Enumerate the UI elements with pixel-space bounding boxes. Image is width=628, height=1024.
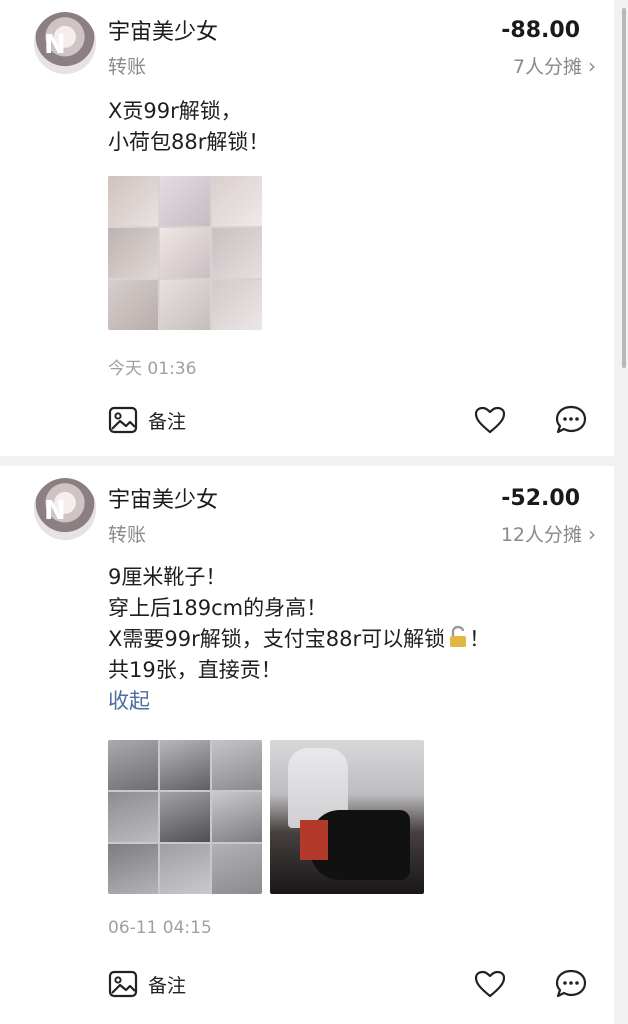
user-name[interactable]: 宇宙美少女 <box>108 14 218 46</box>
text-line: 共19张，直接贡！ <box>108 658 282 682</box>
note-button[interactable]: 备注 <box>108 406 186 434</box>
transaction-type: 转账 <box>108 56 147 78</box>
timestamp: 今天 01:36 <box>108 359 197 379</box>
text-segment: X需要99r解锁，支付宝88r可以解锁 <box>108 627 446 651</box>
avatar[interactable]: N <box>34 478 96 540</box>
text-line: 穿上后189cm的身高！ <box>108 596 328 620</box>
image-thumbnail[interactable] <box>270 740 424 894</box>
text-line: 小荷包88r解锁！ <box>108 130 270 154</box>
transaction-type: 转账 <box>108 524 147 546</box>
image-thumbnail[interactable] <box>108 176 262 330</box>
image-icon <box>108 406 138 434</box>
split-info-link[interactable]: 7人分摊 › <box>513 52 596 79</box>
user-name[interactable]: 宇宙美少女 <box>108 482 218 514</box>
post-text: X贡99r解锁， 小荷包88r解锁！ <box>108 96 269 158</box>
chevron-right-icon: › <box>588 53 596 78</box>
post-card: N 宇宙美少女 转账 -52.00 12人分摊 › 9厘米靴子！ 穿上后189c… <box>0 466 614 1024</box>
post-card: N 宇宙美少女 转账 -88.00 7人分摊 › X贡99r解锁， 小荷包88r… <box>0 0 614 456</box>
amount: -88.00 <box>501 18 580 43</box>
chevron-right-icon: › <box>588 521 596 546</box>
image-thumbnail[interactable] <box>108 740 262 894</box>
split-label: 7人分摊 <box>512 56 582 78</box>
image-icon <box>108 970 138 998</box>
note-label: 备注 <box>148 410 187 433</box>
note-button[interactable]: 备注 <box>108 970 186 998</box>
text-line: X需要99r解锁，支付宝88r可以解锁！ <box>108 625 491 651</box>
avatar[interactable]: N <box>34 12 96 74</box>
split-label: 12人分摊 <box>500 524 582 546</box>
amount: -52.00 <box>501 486 580 511</box>
note-label: 备注 <box>148 974 187 997</box>
timestamp: 06-11 04:15 <box>108 918 212 938</box>
split-info-link[interactable]: 12人分摊 › <box>501 520 596 547</box>
text-line: 9厘米靴子！ <box>108 565 227 589</box>
lock-icon <box>450 625 467 647</box>
comment-icon[interactable] <box>554 404 588 436</box>
post-text: 9厘米靴子！ 穿上后189cm的身高！ X需要99r解锁，支付宝88r可以解锁！… <box>108 562 490 717</box>
collapse-link[interactable]: 收起 <box>108 686 490 717</box>
comment-icon[interactable] <box>554 968 588 1000</box>
text-line: X贡99r解锁， <box>108 99 242 123</box>
scrollbar[interactable] <box>622 8 626 368</box>
heart-icon[interactable] <box>474 970 506 998</box>
heart-icon[interactable] <box>474 406 506 434</box>
